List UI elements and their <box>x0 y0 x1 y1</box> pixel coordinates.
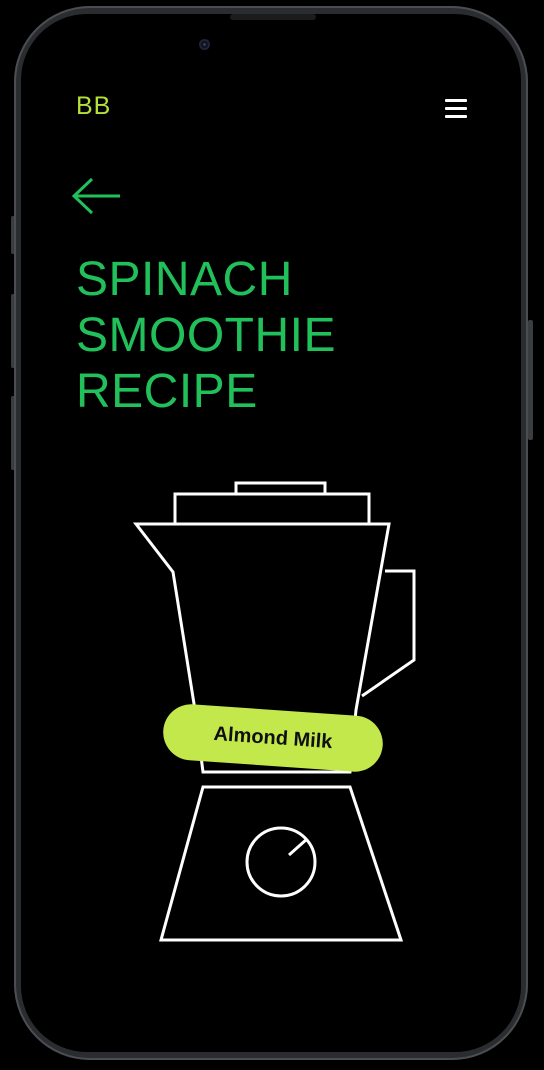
blender-lid <box>173 492 371 524</box>
blender-lid-cap <box>234 481 327 494</box>
front-camera <box>199 39 210 50</box>
blender-base <box>159 785 404 942</box>
arrow-left-icon <box>71 177 120 215</box>
page-title: SPINACH SMOOTHIE RECIPE <box>76 252 336 420</box>
title-line-1: SPINACH <box>76 253 293 306</box>
blender-dial-pointer <box>288 837 308 857</box>
title-line-3: RECIPE <box>76 365 258 418</box>
menu-button[interactable] <box>443 96 471 122</box>
power-button <box>528 320 533 440</box>
ingredient-pill-label: Almond Milk <box>212 722 334 753</box>
brand-logo[interactable]: BB <box>76 92 111 121</box>
screenshot-stage: BB SPINACH SMOOTHIE RECIPE Almond Milk <box>0 0 544 1070</box>
earpiece-speaker <box>230 14 316 20</box>
blender-dial <box>245 826 317 898</box>
back-button[interactable] <box>68 174 126 218</box>
title-line-2: SMOOTHIE <box>76 309 337 362</box>
